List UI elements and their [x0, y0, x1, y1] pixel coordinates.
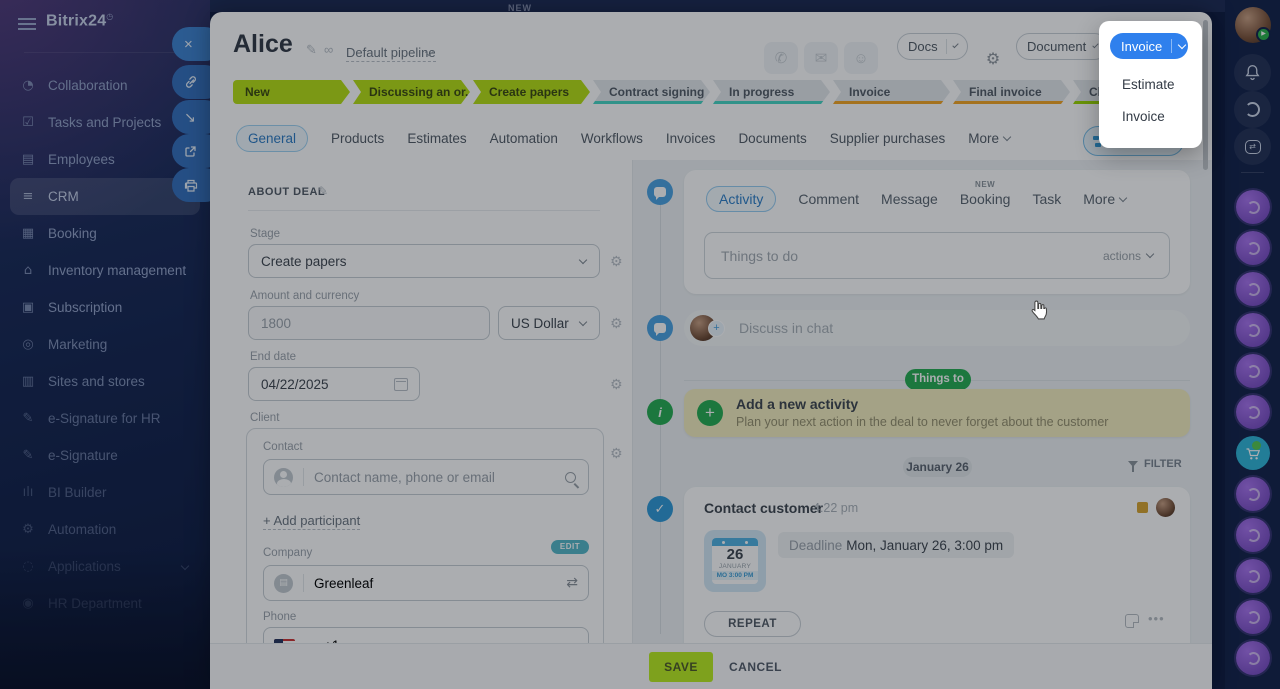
chevron-down-icon [1178, 40, 1186, 48]
menu-item-invoice[interactable]: Invoice [1122, 109, 1165, 124]
invoice-spotlight: Invoice Estimate Invoice [1099, 21, 1202, 148]
menu-item-estimate[interactable]: Estimate [1122, 77, 1175, 92]
bitrix24-app: NEW Bitrix24◷ ◔Collaboration ☑Tasks and … [0, 0, 1280, 689]
invoice-split-button[interactable]: Invoice [1110, 33, 1188, 59]
dim-overlay [0, 0, 1280, 689]
mouse-cursor [1030, 300, 1048, 325]
hand-pointer-icon [1030, 300, 1048, 320]
